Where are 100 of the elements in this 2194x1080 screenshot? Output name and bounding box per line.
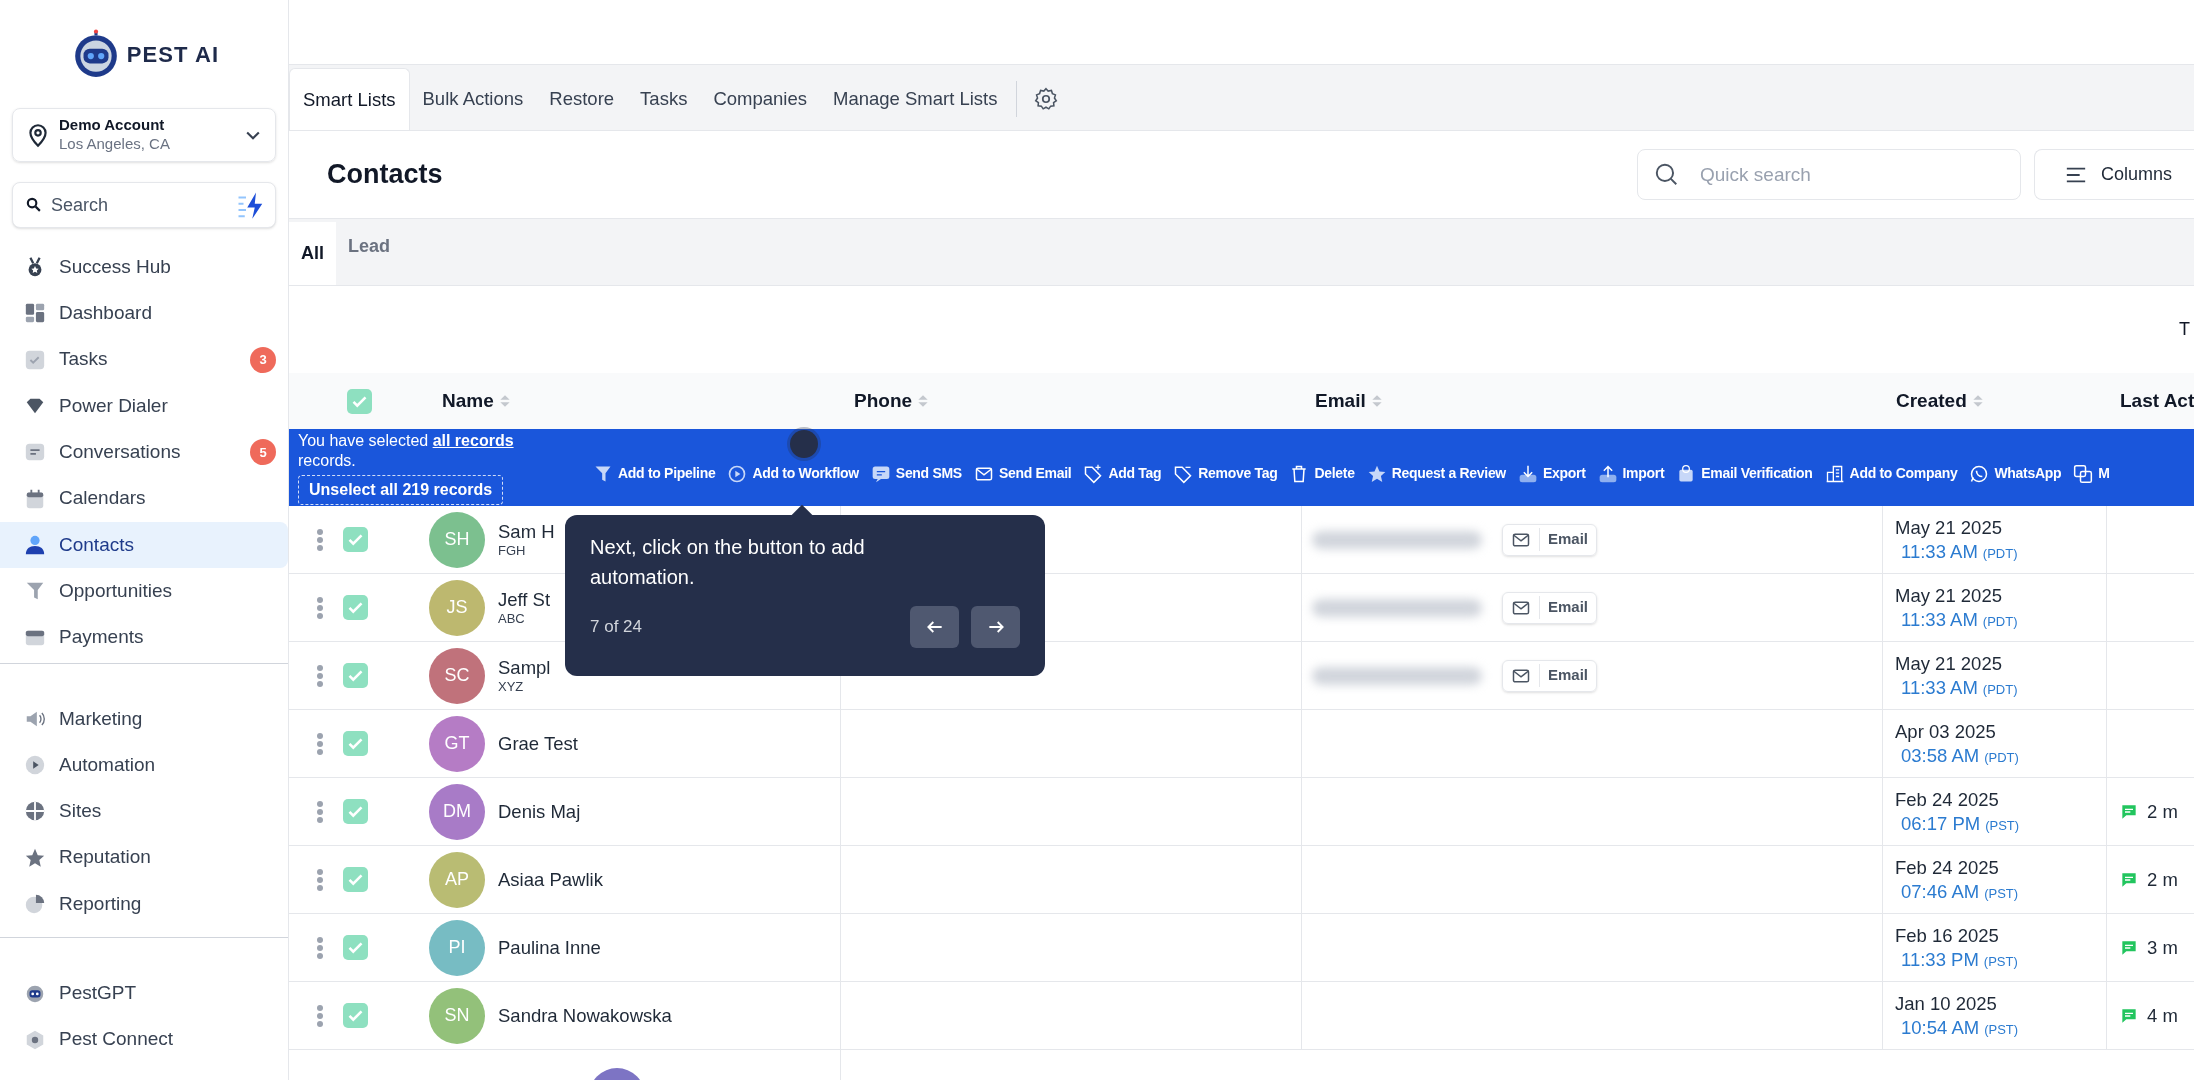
bulk-action-button[interactable]: WhatsApp — [1969, 463, 2062, 484]
filter-tab[interactable]: Lead — [336, 222, 403, 285]
checkbox[interactable] — [347, 388, 372, 414]
filter-tab[interactable]: All — [289, 222, 336, 285]
created-date: May 21 2025 — [1895, 516, 2003, 540]
contact-name[interactable]: Denis Maj — [498, 799, 581, 824]
nav-item[interactable]: Power Dialer — [0, 382, 288, 430]
selection-message: You have selected all records records. — [298, 430, 515, 471]
bulk-action-button[interactable]: Remove Tag — [1173, 463, 1278, 484]
last-activity: 2 m — [2147, 867, 2178, 892]
bulk-action-button[interactable]: Export — [1517, 463, 1586, 484]
bulk-action-button[interactable]: Email Verification — [1676, 463, 1813, 484]
bulk-action-button[interactable]: Add to Workflow — [727, 463, 859, 484]
tab[interactable]: Companies — [700, 68, 820, 130]
checkbox[interactable] — [343, 867, 368, 892]
nav-item[interactable]: Opportunities — [0, 568, 288, 615]
contact-name[interactable]: Paulina Inne — [498, 935, 601, 960]
column-header[interactable]: Created — [1896, 386, 1967, 416]
nav-item[interactable]: PestGPT — [0, 970, 288, 1017]
bulk-action-button[interactable]: Delete — [1289, 463, 1355, 484]
tab[interactable]: Bulk Actions — [409, 68, 537, 130]
contact-name[interactable]: Sampl — [498, 655, 551, 679]
count-badge: 3 — [250, 346, 276, 373]
nav-item[interactable]: Reputation — [0, 834, 288, 881]
more-vertical-icon — [317, 528, 323, 551]
tab[interactable]: Restore — [536, 68, 628, 130]
contact-name[interactable]: Grae Test — [498, 731, 578, 756]
contact-name[interactable]: Asiaa Pawlik — [498, 867, 603, 892]
time-zone: (PDT) — [1983, 749, 2019, 766]
time-zone: (PST) — [1983, 1021, 2019, 1038]
checkbox[interactable] — [343, 663, 368, 688]
tab[interactable]: Tasks — [627, 68, 701, 130]
checkbox[interactable] — [343, 1003, 368, 1028]
nav-item[interactable]: Pest Connect — [0, 1016, 288, 1063]
search-icon — [1653, 161, 1679, 187]
nav-item[interactable]: Conversations 5 — [0, 429, 288, 476]
account-name: Demo Account — [59, 116, 166, 135]
nav-item[interactable]: Marketing — [0, 695, 288, 742]
bulk-action-button[interactable]: Add to Pipeline — [593, 463, 716, 484]
message-icon — [2121, 803, 2137, 820]
tab[interactable]: Manage Smart Lists — [819, 68, 1011, 130]
download-icon — [1517, 463, 1538, 484]
more-vertical-icon — [317, 936, 323, 959]
tab[interactable]: Smart Lists — [289, 68, 410, 130]
hexagon-icon — [24, 1028, 46, 1051]
search-field[interactable]: Search — [12, 182, 276, 228]
columns-button[interactable]: Columns — [2034, 149, 2194, 200]
account-switcher[interactable]: Demo Account Los Angeles, CA — [12, 108, 276, 162]
avatar: SN — [429, 987, 485, 1044]
checkbox[interactable] — [343, 935, 368, 960]
bulk-action-button[interactable]: Add to Company — [1824, 463, 1958, 484]
avatar: SC — [429, 647, 485, 704]
bulk-action-button[interactable]: Send Email — [973, 463, 1072, 484]
column-header[interactable]: Email — [1315, 386, 1366, 416]
email-button[interactable]: Email — [1502, 659, 1598, 692]
tour-message: Next, click on the button to add automation. — [590, 535, 866, 590]
next-button[interactable] — [971, 606, 1020, 648]
email-button[interactable]: Email — [1502, 523, 1598, 556]
message-icon — [2121, 1007, 2137, 1024]
building-icon — [1824, 463, 1845, 484]
column-header[interactable]: Name — [442, 386, 494, 416]
contact-name[interactable]: Jeff St — [498, 587, 551, 611]
nav-item[interactable]: Contacts — [0, 521, 288, 569]
previous-button[interactable] — [910, 606, 959, 648]
globe-icon — [24, 800, 46, 823]
checkbox[interactable] — [343, 731, 368, 756]
nav-item[interactable]: Automation — [0, 741, 288, 789]
avatar: GT — [429, 715, 485, 772]
last-activity: 2 m — [2147, 799, 2178, 824]
contact-name[interactable]: Sandra Nowakowska — [498, 1003, 672, 1028]
contact-name[interactable]: Sam H — [498, 519, 555, 543]
step-counter: 7 of 24 — [590, 616, 643, 639]
checkbox[interactable] — [343, 527, 368, 552]
avatar: DM — [429, 783, 485, 840]
checkmark-icon — [348, 804, 363, 819]
nav-item[interactable]: Success Hub — [0, 244, 288, 291]
column-header[interactable]: Phone — [854, 386, 913, 416]
checkbox[interactable] — [343, 595, 368, 620]
bulk-action-button[interactable]: M — [2073, 463, 2110, 484]
unselect-all-button[interactable]: Unselect all 219 records — [298, 474, 504, 505]
nav-item[interactable]: Reporting — [0, 880, 288, 928]
bulk-action-button[interactable]: Send SMS — [870, 463, 962, 484]
more-vertical-icon — [317, 868, 323, 891]
nav-item[interactable]: Dashboard — [0, 290, 288, 337]
email-button[interactable]: Email — [1502, 591, 1598, 624]
nav-item[interactable]: Tasks 3 — [0, 336, 288, 383]
quick-search-field[interactable]: Quick search — [1637, 149, 2021, 200]
bulk-action-button[interactable]: Add Tag — [1083, 463, 1162, 484]
column-header[interactable]: Last Act — [2120, 386, 2194, 416]
bulk-action-button[interactable]: Import — [1597, 463, 1665, 484]
nav-item[interactable]: Sites — [0, 788, 288, 835]
created-date: May 21 2025 — [1895, 652, 2003, 676]
more-vertical-icon — [317, 800, 323, 823]
checkbox[interactable] — [343, 799, 368, 824]
created-time: 11:33 AM — [1900, 539, 1978, 563]
nav-item[interactable]: Payments — [0, 614, 288, 661]
created-time: 07:46 AM — [1900, 879, 1980, 903]
time-zone: (PDT) — [1981, 545, 2018, 562]
bulk-action-button[interactable]: Request a Review — [1366, 463, 1506, 484]
nav-item[interactable]: Calendars — [0, 475, 288, 522]
